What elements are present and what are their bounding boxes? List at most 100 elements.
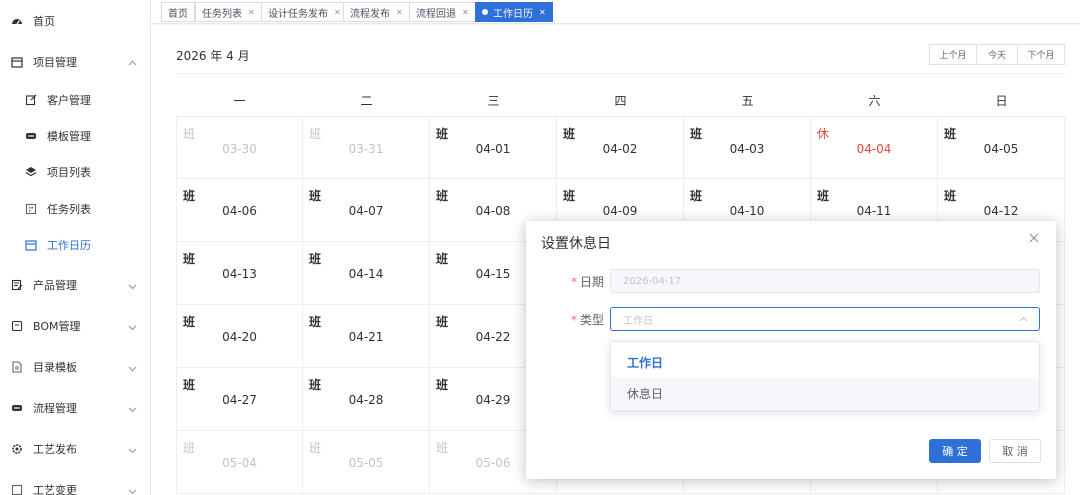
day-type: 班 [183, 378, 196, 392]
day-type: 班 [436, 441, 449, 455]
day-type: 班 [944, 127, 957, 141]
sidebar-item-customer-mgmt[interactable]: 客户管理 [0, 86, 150, 114]
sidebar-item-label: 首页 [33, 15, 55, 28]
calendar-day-cell[interactable]: 班 04-20 [176, 305, 303, 368]
required-mark: * [570, 313, 577, 327]
weekday-header: 日 [995, 94, 1008, 108]
day-type: 班 [309, 315, 322, 329]
day-type: 班 [817, 189, 830, 203]
sidebar-item-product-mgmt[interactable]: 产品管理 [0, 271, 150, 299]
sidebar-item-task-list[interactable]: 任务列表 [0, 195, 150, 223]
file-icon [11, 484, 23, 495]
date-value: 2026-04-17 [623, 275, 682, 287]
calendar-day-cell[interactable]: 班 04-06 [176, 179, 303, 242]
sidebar-item-craft-release[interactable]: 工艺发布 [0, 435, 150, 463]
confirm-button[interactable]: 确 定 [929, 439, 981, 463]
calendar-day-cell[interactable]: 班 03-31 [303, 116, 430, 179]
prev-month-button[interactable]: 上个月 [929, 44, 977, 65]
tab-label: 设计任务发布 [268, 8, 328, 20]
sidebar-item-process-mgmt[interactable]: 流程管理 [0, 394, 150, 422]
day-type: 班 [309, 378, 322, 392]
tab-task-list[interactable]: 任务列表 ✕ [195, 2, 262, 22]
sidebar-item-label: 流程管理 [33, 402, 77, 415]
tab-process-rollback[interactable]: 流程回退 ✕ [409, 2, 476, 22]
minus-box-icon [25, 130, 37, 142]
tab-label: 首页 [168, 8, 188, 20]
sidebar-item-project-mgmt[interactable]: 项目管理 [0, 48, 150, 76]
day-date: 04-08 [475, 204, 511, 218]
sidebar-item-label: 客户管理 [47, 94, 91, 107]
tab-design-task-release[interactable]: 设计任务发布 ✕ [261, 2, 348, 22]
calendar-day-cell[interactable]: 班 04-03 [684, 116, 811, 179]
chevron-up-icon [128, 57, 137, 66]
close-icon[interactable]: ✕ [248, 8, 255, 17]
type-dropdown: 工作日 休息日 [610, 341, 1040, 411]
type-label: * 类型 [526, 311, 604, 328]
day-type: 班 [309, 127, 322, 141]
type-value: 工作日 [623, 315, 653, 327]
calendar-day-cell[interactable]: 班 03-30 [176, 116, 303, 179]
calendar-day-cell[interactable]: 班 04-13 [176, 242, 303, 305]
day-type: 班 [436, 189, 449, 203]
weekday-header: 六 [868, 94, 881, 108]
sidebar-item-project-list[interactable]: 项目列表 [0, 158, 150, 186]
cancel-button[interactable]: 取 消 [989, 439, 1041, 463]
calendar-icon [11, 56, 23, 68]
option-workday[interactable]: 工作日 [611, 346, 1039, 378]
day-date: 04-09 [602, 204, 638, 218]
calendar-day-cell[interactable]: 班 04-07 [303, 179, 430, 242]
sidebar-item-label: 目录模板 [33, 361, 77, 374]
close-icon[interactable]: ✕ [334, 8, 341, 17]
sidebar-item-template-mgmt[interactable]: 模板管理 [0, 122, 150, 150]
close-icon[interactable]: ✕ [539, 8, 546, 17]
calendar-day-cell[interactable]: 班 04-27 [176, 368, 303, 431]
calendar-day-cell[interactable]: 休 04-04 [811, 116, 938, 179]
today-button[interactable]: 今天 [976, 44, 1018, 65]
calendar-day-cell[interactable]: 班 04-01 [430, 116, 557, 179]
set-rest-day-dialog: 设置休息日 * 日期 2026-04-17 * 类型 工作日 工作日 休息日 确 定… [526, 221, 1056, 479]
close-icon[interactable]: ✕ [396, 8, 403, 17]
sidebar-item-bom-mgmt[interactable]: BOM管理 [0, 312, 150, 340]
calendar-day-cell[interactable]: 班 04-28 [303, 368, 430, 431]
next-month-button[interactable]: 下个月 [1017, 44, 1065, 65]
close-icon[interactable]: ✕ [462, 8, 469, 17]
sidebar-item-catalog-template[interactable]: 目录模板 [0, 353, 150, 381]
day-type: 班 [183, 127, 196, 141]
calendar-title: 2026 年 4 月 [176, 49, 250, 63]
type-select[interactable]: 工作日 [610, 307, 1040, 331]
sidebar-item-work-calendar[interactable]: 工作日历 [0, 231, 150, 259]
day-date: 04-04 [856, 142, 892, 156]
tab-work-calendar[interactable]: 工作日历 ✕ [475, 2, 553, 22]
sidebar-item-label: 项目管理 [33, 56, 77, 69]
calendar-day-cell[interactable]: 班 04-14 [303, 242, 430, 305]
tab-process-release[interactable]: 流程发布 ✕ [343, 2, 410, 22]
calendar-day-cell[interactable]: 班 05-04 [176, 431, 303, 494]
option-restday[interactable]: 休息日 [611, 377, 1039, 409]
day-type: 班 [183, 441, 196, 455]
day-date: 04-06 [222, 204, 257, 218]
dashboard-icon [11, 15, 23, 27]
calendar-day-cell[interactable]: 班 05-05 [303, 431, 430, 494]
calendar-day-cell[interactable]: 班 04-21 [303, 305, 430, 368]
date-label-text: 日期 [579, 275, 604, 289]
sidebar-item-craft-change[interactable]: 工艺变更 [0, 476, 150, 495]
gear-icon [11, 443, 23, 455]
tab-home[interactable]: 首页 [161, 2, 195, 22]
day-date: 04-11 [856, 204, 892, 218]
chevron-down-icon [128, 403, 137, 413]
day-type: 班 [690, 189, 703, 203]
day-type: 班 [436, 252, 449, 266]
sidebar-item-home[interactable]: 首页 [0, 7, 150, 35]
close-icon[interactable] [1026, 230, 1042, 246]
day-date: 04-01 [475, 142, 511, 156]
layers-icon [25, 166, 37, 178]
calendar-day-cell[interactable]: 班 04-02 [557, 116, 684, 179]
day-type: 班 [944, 189, 957, 203]
day-type: 班 [563, 127, 576, 141]
calendar-icon [25, 239, 37, 251]
calendar-day-cell[interactable]: 班 04-05 [938, 116, 1065, 179]
day-date: 04-21 [348, 330, 384, 344]
day-date: 03-30 [222, 142, 257, 156]
sidebar-item-label: 工作日历 [47, 239, 91, 252]
tabs-bar: 首页 任务列表 ✕ 设计任务发布 ✕ 流程发布 ✕ 流程回退 ✕ 工作日历 ✕ [151, 0, 1080, 24]
